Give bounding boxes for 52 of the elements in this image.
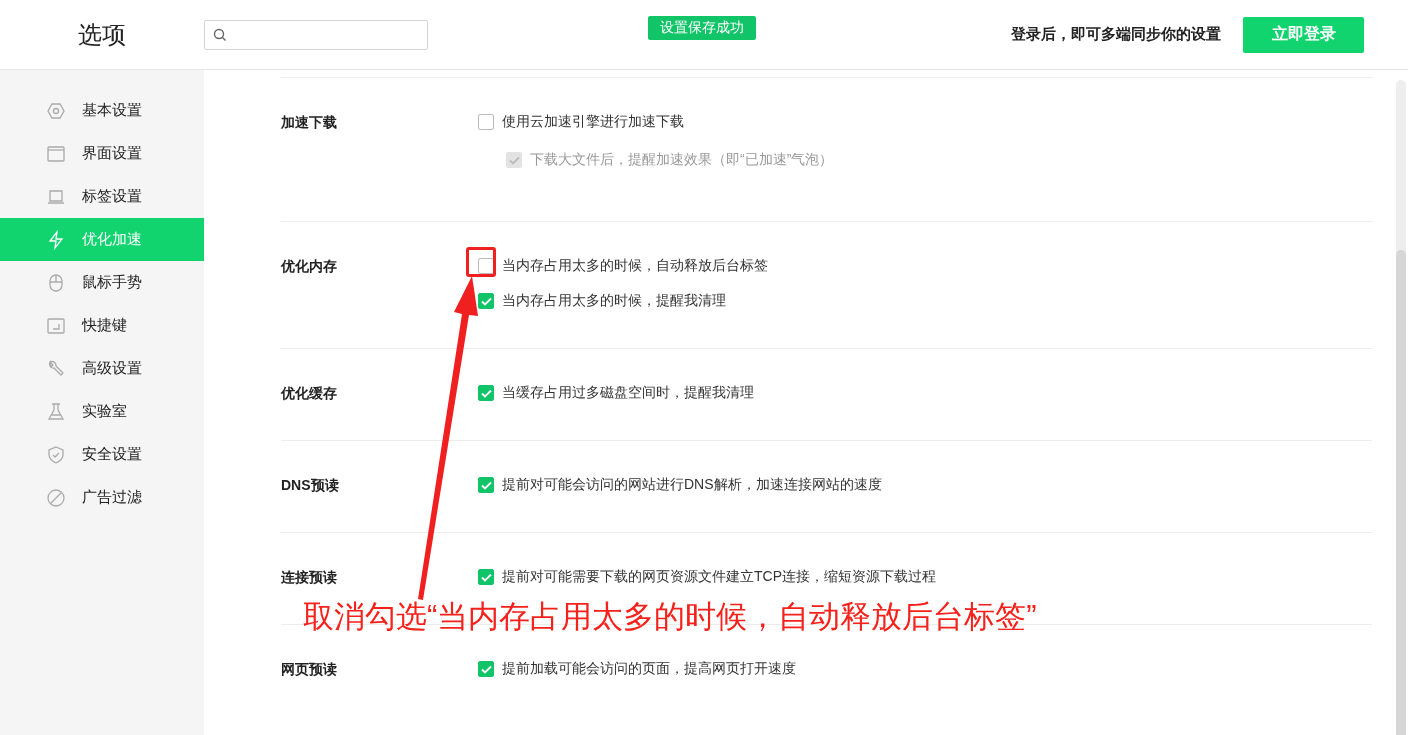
sidebar-item[interactable]: 广告过滤 xyxy=(0,476,204,519)
checkbox[interactable] xyxy=(478,477,494,493)
search-icon xyxy=(213,27,227,42)
ban-icon xyxy=(46,487,66,508)
keyboard-key-icon xyxy=(46,315,66,336)
section-label: 优化内存 xyxy=(281,257,338,276)
save-toast: 设置保存成功 xyxy=(648,16,756,40)
check-icon xyxy=(480,480,492,490)
section-label: 网页预读 xyxy=(281,660,338,679)
window-icon xyxy=(46,143,66,164)
sidebar-item[interactable]: 高级设置 xyxy=(0,347,204,390)
sidebar-item[interactable]: 鼠标手势 xyxy=(0,261,204,304)
check-icon xyxy=(508,155,520,165)
sidebar-item[interactable]: 基本设置 xyxy=(0,89,204,132)
checkbox[interactable] xyxy=(478,385,494,401)
check-icon xyxy=(480,296,492,306)
option-label: 当内存占用太多的时候，提醒我清理 xyxy=(502,292,726,310)
sync-hint: 登录后，即可多端同步你的设置 xyxy=(1011,25,1221,44)
checkbox[interactable] xyxy=(478,293,494,309)
sidebar-item[interactable]: 标签设置 xyxy=(0,175,204,218)
check-icon xyxy=(480,572,492,582)
shield-icon xyxy=(46,444,66,465)
page-title: 选项 xyxy=(77,19,127,50)
mouse-icon xyxy=(46,272,66,293)
sidebar-item[interactable]: 快捷键 xyxy=(0,304,204,347)
sidebar-item[interactable]: 实验室 xyxy=(0,390,204,433)
section-label: DNS预读 xyxy=(281,476,340,495)
section-label: 优化缓存 xyxy=(281,384,338,403)
highlight-frame xyxy=(466,247,496,277)
option-label: 下载大文件后，提醒加速效果（即“已加速”气泡） xyxy=(530,151,834,169)
flask-icon xyxy=(46,401,66,422)
option-label: 提前对可能需要下载的网页资源文件建立TCP连接，缩短资源下载过程 xyxy=(502,568,936,586)
checkbox[interactable] xyxy=(478,114,494,130)
hexagon-icon xyxy=(46,100,66,121)
check-icon xyxy=(480,664,492,674)
check-icon xyxy=(480,388,492,398)
bolt-icon xyxy=(46,229,66,250)
search-field[interactable] xyxy=(204,19,428,50)
checkbox[interactable] xyxy=(478,661,494,677)
checkbox[interactable] xyxy=(478,258,494,274)
annotation-caption: 取消勾选“当内存占用太多的时候，自动释放后台标签” xyxy=(303,598,1037,636)
scrollbar-thumb[interactable] xyxy=(1396,250,1406,735)
sidebar-item[interactable]: 安全设置 xyxy=(0,433,204,476)
checkbox[interactable] xyxy=(478,569,494,585)
option-label: 当内存占用太多的时候，自动释放后台标签 xyxy=(502,257,768,275)
option-label: 提前对可能会访问的网站进行DNS解析，加速连接网站的速度 xyxy=(502,476,882,494)
option-label: 使用云加速引擎进行加速下载 xyxy=(502,113,684,131)
option-label: 当缓存占用过多磁盘空间时，提醒我清理 xyxy=(502,384,754,402)
section-label: 连接预读 xyxy=(281,568,338,587)
section-label: 加速下载 xyxy=(281,113,338,132)
option-label: 提前加载可能会访问的页面，提高网页打开速度 xyxy=(502,660,796,678)
sidebar-item[interactable]: 界面设置 xyxy=(0,132,204,175)
